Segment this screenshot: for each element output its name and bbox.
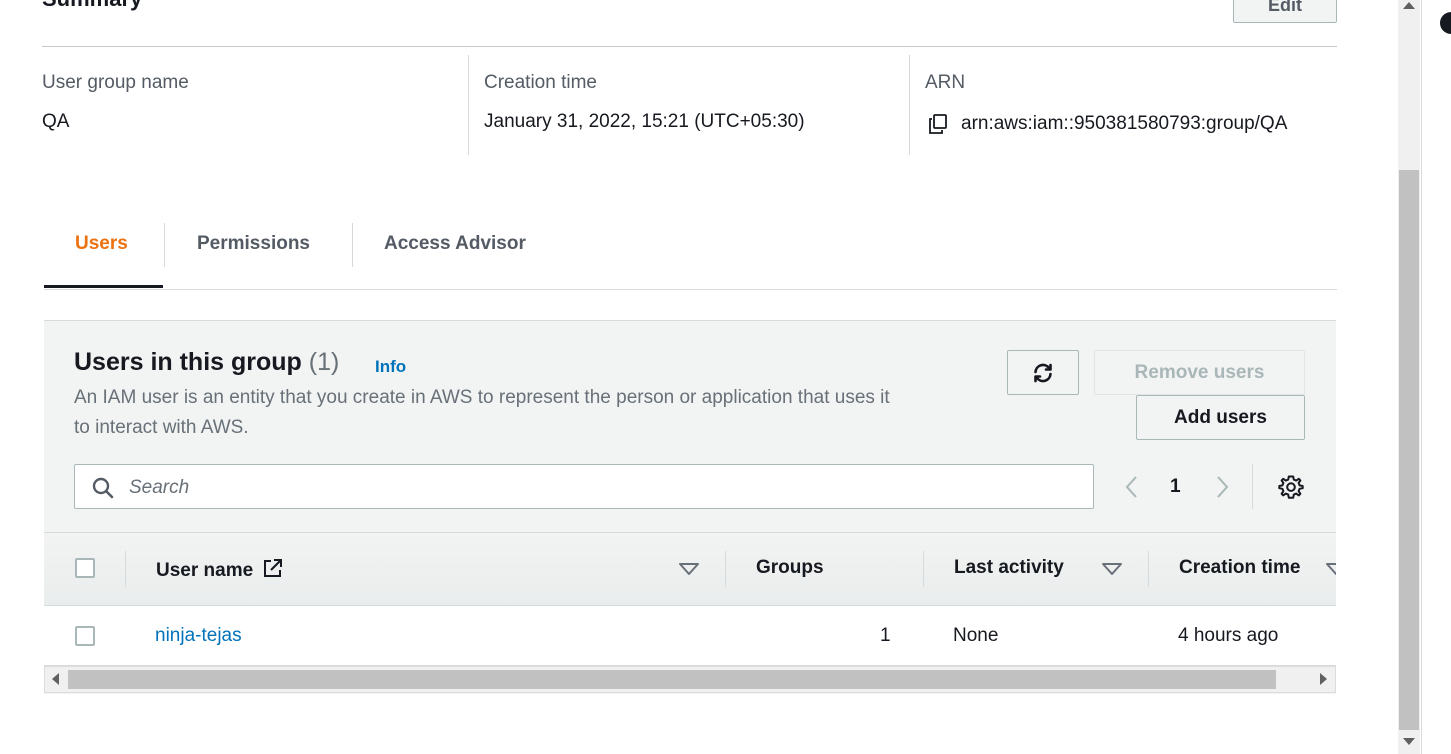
refresh-icon — [1034, 363, 1052, 382]
search-input[interactable] — [127, 465, 1071, 510]
sort-down-icon[interactable] — [678, 562, 700, 581]
field-separator — [468, 55, 469, 155]
remove-users-button[interactable]: Remove users — [1094, 350, 1305, 395]
vertical-scroll-thumb[interactable] — [1399, 170, 1419, 730]
tab-divider — [352, 223, 353, 267]
pager-separator — [1252, 464, 1253, 509]
summary-divider — [42, 46, 1337, 47]
tab-users[interactable]: Users — [75, 233, 128, 255]
search-box — [74, 464, 1094, 510]
creation-time-cell: 4 hours ago — [1178, 625, 1279, 646]
panel-title: Users in this group (1) — [74, 348, 339, 377]
sort-down-icon[interactable] — [1325, 562, 1336, 581]
column-header-groups[interactable]: Groups — [756, 557, 824, 579]
scroll-up-arrow-icon[interactable] — [1403, 2, 1415, 9]
scroll-right-arrow-icon[interactable] — [1320, 673, 1327, 685]
tabs-divider — [44, 289, 1337, 290]
column-header-creation-time[interactable]: Creation time — [1179, 557, 1300, 579]
column-separator — [923, 551, 924, 587]
user-count: (1) — [308, 348, 340, 376]
info-link[interactable]: Info — [375, 357, 406, 377]
arn-label: ARN — [925, 72, 966, 93]
horizontal-scroll-thumb[interactable] — [68, 670, 1276, 689]
arn-value: arn:aws:iam::950381580793:group/QA — [961, 113, 1288, 134]
user-group-name-value: QA — [42, 111, 70, 132]
panel-description: An IAM user is an entity that you create… — [74, 387, 890, 438]
copy-icon[interactable] — [927, 113, 949, 140]
preferences-button[interactable] — [1278, 474, 1304, 505]
last-activity-cell: None — [953, 625, 999, 646]
tab-permissions[interactable]: Permissions — [197, 233, 310, 255]
row-checkbox[interactable] — [75, 626, 95, 646]
active-tab-indicator — [44, 285, 163, 288]
scroll-down-arrow-icon[interactable] — [1403, 738, 1415, 745]
info-icon[interactable] — [1440, 12, 1451, 34]
creation-time-value: January 31, 2022, 15:21 (UTC+05:30) — [484, 111, 805, 132]
field-separator — [909, 55, 910, 155]
external-link-icon — [264, 559, 283, 577]
add-users-button[interactable]: Add users — [1136, 395, 1305, 440]
column-label: User name — [156, 560, 254, 581]
column-separator — [125, 551, 126, 587]
chevron-left-icon — [1125, 476, 1137, 498]
edit-button[interactable]: Edit — [1233, 0, 1337, 23]
sort-down-icon[interactable] — [1101, 562, 1123, 581]
tab-divider — [164, 223, 165, 267]
panel-title-text: Users in this group — [74, 348, 302, 376]
next-page-button[interactable] — [1212, 474, 1232, 505]
side-panel-border — [1421, 0, 1422, 754]
column-header-last-activity[interactable]: Last activity — [954, 557, 1064, 579]
current-page-number[interactable]: 1 — [1170, 476, 1181, 498]
refresh-button[interactable] — [1007, 350, 1079, 395]
column-separator — [725, 551, 726, 587]
summary-title: Summary — [42, 0, 142, 12]
tab-access-advisor[interactable]: Access Advisor — [384, 233, 526, 255]
column-header-user-name[interactable]: User name — [156, 557, 284, 582]
chevron-right-icon — [1217, 476, 1229, 498]
scroll-left-arrow-icon[interactable] — [52, 673, 59, 685]
select-all-checkbox[interactable] — [75, 558, 95, 578]
previous-page-button[interactable] — [1122, 474, 1142, 505]
user-group-name-label: User group name — [42, 72, 189, 93]
user-name-link[interactable]: ninja-tejas — [155, 625, 242, 647]
search-icon — [91, 476, 115, 505]
column-separator — [1148, 551, 1149, 587]
gear-icon — [1278, 475, 1304, 499]
groups-cell: 1 — [880, 625, 891, 646]
creation-time-label: Creation time — [484, 72, 597, 93]
